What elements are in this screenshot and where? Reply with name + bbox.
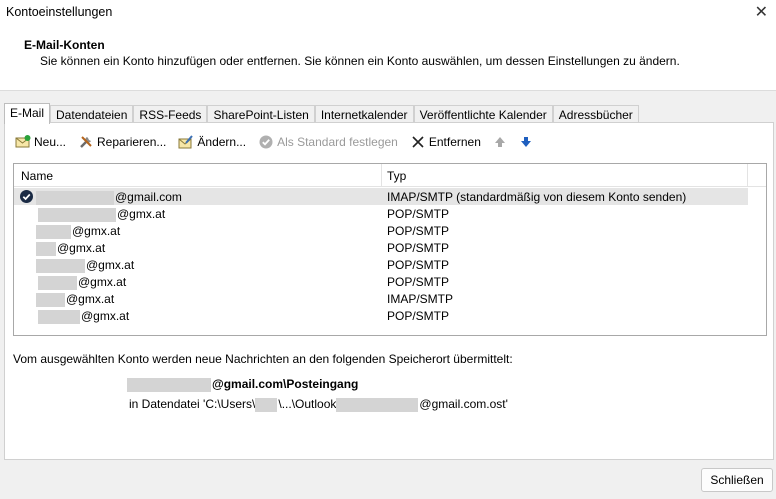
redacted-text [36, 190, 114, 205]
column-divider[interactable] [381, 164, 382, 186]
change-label: Ändern... [197, 135, 247, 149]
account-name: @gmx.at [78, 275, 127, 289]
delivery-folder-path: @gmail.com\Posteingang [212, 377, 359, 391]
account-row[interactable]: @gmail.com IMAP/SMTP (standardmäßig von … [14, 188, 748, 205]
redacted-text [36, 224, 71, 239]
account-type: POP/SMTP [387, 241, 450, 255]
tab-email[interactable]: E-Mail [4, 103, 51, 124]
account-name: @gmx.at [81, 309, 130, 323]
title-bar: Kontoeinstellungen ✕ [0, 0, 776, 26]
account-row[interactable]: @gmx.at POP/SMTP [14, 273, 748, 290]
account-name: @gmx.at [86, 258, 135, 272]
set-default-button[interactable]: Als Standard festlegen [258, 134, 398, 150]
window-title: Kontoeinstellungen [6, 5, 113, 19]
account-type: POP/SMTP [387, 275, 450, 289]
account-row[interactable]: @gmx.at POP/SMTP [14, 239, 748, 256]
close-icon[interactable]: ✕ [755, 2, 768, 22]
account-toolbar: Neu... Reparieren... Ändern... Als Stand… [15, 133, 545, 151]
account-type: POP/SMTP [387, 258, 450, 272]
account-row[interactable]: @gmx.at POP/SMTP [14, 256, 748, 273]
account-name-cell: @gmx.at [36, 258, 134, 273]
redacted-text [127, 377, 211, 392]
dialog-header: E-Mail-Konten Sie können ein Konto hinzu… [0, 26, 776, 91]
move-down-arrow-icon[interactable] [519, 136, 533, 148]
repair-button[interactable]: Reparieren... [78, 134, 166, 150]
delivery-datafile: in Datendatei 'C:\Users\ \...\Outlook @gma… [129, 397, 508, 412]
new-mail-icon [15, 134, 31, 150]
set-default-label: Als Standard festlegen [277, 135, 398, 149]
redacted-text [38, 207, 116, 222]
column-divider[interactable] [747, 164, 748, 186]
datafile-middle: \...\Outlook [278, 397, 337, 411]
remove-label: Entfernen [428, 135, 481, 149]
account-name-cell: @gmail.com [36, 190, 182, 205]
account-name-cell: @gmx.at [36, 292, 114, 307]
redacted-text [38, 309, 80, 324]
account-name-cell: @gmx.at [38, 309, 129, 324]
datafile-suffix: @gmail.com.ost' [419, 397, 508, 411]
change-button[interactable]: Ändern... [178, 134, 246, 150]
redacted-text [255, 397, 278, 412]
delivery-info-text: Vom ausgewählten Konto werden neue Nachr… [13, 352, 513, 366]
account-type: IMAP/SMTP (standardmäßig von diesem Kont… [387, 190, 687, 204]
header-title: E-Mail-Konten [24, 38, 105, 52]
new-account-label: Neu... [34, 135, 67, 149]
tools-icon [78, 134, 94, 150]
tab-strip: E-Mail Datendateien RSS-Feeds SharePoint… [4, 103, 639, 124]
account-name: @gmx.at [57, 241, 106, 255]
new-account-button[interactable]: Neu... [15, 134, 66, 150]
account-type: POP/SMTP [387, 224, 450, 238]
account-name-cell: @gmx.at [38, 275, 126, 290]
account-row[interactable]: @gmx.at IMAP/SMTP [14, 290, 748, 307]
email-tab-panel: Neu... Reparieren... Ändern... Als Stand… [4, 122, 774, 460]
redacted-text [36, 258, 85, 273]
account-name: @gmx.at [117, 207, 166, 221]
account-name-cell: @gmx.at [36, 224, 120, 239]
redacted-text [336, 397, 419, 412]
edit-account-icon [178, 134, 194, 150]
remove-button[interactable]: Entfernen [410, 134, 481, 150]
redacted-text [38, 275, 77, 290]
close-button[interactable]: Schließen [701, 468, 773, 492]
account-row[interactable]: @gmx.at POP/SMTP [14, 222, 748, 239]
move-up-arrow-icon[interactable] [493, 136, 507, 148]
header-description: Sie können ein Konto hinzufügen oder ent… [40, 54, 680, 68]
account-name-cell: @gmx.at [38, 207, 165, 222]
account-name: @gmail.com [115, 190, 182, 204]
account-name: @gmx.at [66, 292, 115, 306]
delivery-folder: @gmail.com\Posteingang [127, 377, 358, 392]
column-header-name[interactable]: Name [21, 169, 53, 183]
repair-label: Reparieren... [97, 135, 167, 149]
datafile-prefix: in Datendatei 'C:\Users\ [129, 397, 256, 411]
account-row[interactable]: @gmx.at POP/SMTP [14, 205, 748, 222]
account-type: POP/SMTP [387, 309, 450, 323]
account-name: @gmx.at [72, 224, 121, 238]
list-header: Name Typ [14, 164, 766, 187]
account-row[interactable]: @gmx.at POP/SMTP [14, 307, 748, 324]
account-name-cell: @gmx.at [36, 241, 105, 256]
remove-x-icon [410, 134, 426, 150]
check-circle-icon [258, 134, 274, 150]
column-header-type[interactable]: Typ [387, 169, 406, 183]
redacted-text [36, 292, 65, 307]
account-type: IMAP/SMTP [387, 292, 454, 306]
account-list: Name Typ @gmail.com IMAP/SMTP (standardm… [13, 163, 767, 336]
account-type: POP/SMTP [387, 207, 450, 221]
redacted-text [36, 241, 56, 256]
